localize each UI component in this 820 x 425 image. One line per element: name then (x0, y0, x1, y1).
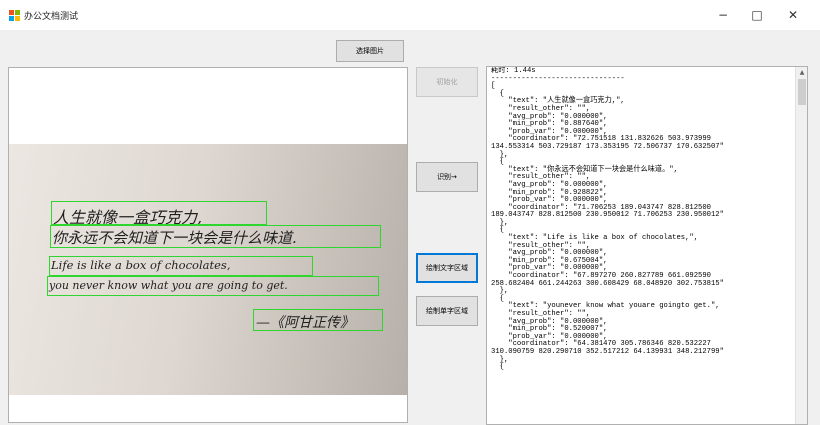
result-text: 耗时: 1.44s -------------------------------… (491, 67, 793, 372)
text-region-box (253, 309, 383, 331)
result-line: [ (491, 82, 496, 91)
text-region-box (47, 276, 379, 296)
draw-text-region-button[interactable]: 绘制文字区域 (416, 253, 478, 283)
select-image-button[interactable]: 选择图片 (336, 40, 404, 62)
scroll-up-icon[interactable]: ▲ (796, 67, 807, 79)
result-line: }, (491, 218, 509, 227)
result-line: 189.043747 828.812500 230.950012 71.7062… (491, 211, 724, 220)
minimize-button[interactable]: − (706, 4, 740, 26)
result-line: }, (491, 287, 509, 296)
draw-single-char-region-button[interactable]: 绘制单字区域 (416, 296, 478, 326)
text-region-box (51, 201, 267, 225)
initialize-button[interactable]: 初始化 (416, 67, 478, 97)
result-line: { (491, 363, 504, 372)
text-region-box (49, 256, 313, 276)
recognize-button[interactable]: 识别→ (416, 162, 478, 192)
maximize-button[interactable]: □ (740, 4, 774, 26)
text-region-box (50, 225, 381, 248)
result-line: 258.682404 661.244263 300.608429 68.0489… (491, 279, 724, 288)
vertical-scrollbar[interactable]: ▲ (795, 67, 807, 424)
result-textbox[interactable]: 耗时: 1.44s -------------------------------… (486, 66, 808, 425)
image-preview: 人生就像一盒巧克力, 你永远不会知道下一块会是什么味道. Life is lik… (8, 67, 408, 423)
close-button[interactable]: ✕ (776, 4, 810, 26)
result-line: 310.090759 820.290710 352.517212 64.1399… (491, 347, 724, 356)
result-line: }, (491, 150, 509, 159)
main-form: 选择图片 人生就像一盒巧克力, 你永远不会知道下一块会是什么味道. Life i… (0, 30, 820, 425)
app-icon (9, 10, 20, 21)
result-line: ------------------------------- (491, 74, 625, 83)
result-line: 134.553314 503.729187 173.353195 72.5067… (491, 142, 724, 151)
scroll-thumb[interactable] (798, 79, 806, 105)
result-line: }, (491, 355, 509, 364)
handwriting-photo: 人生就像一盒巧克力, 你永远不会知道下一块会是什么味道. Life is lik… (9, 144, 407, 395)
title-bar: 办公文档测试 − □ ✕ (0, 0, 820, 30)
window-title: 办公文档测试 (24, 12, 79, 22)
